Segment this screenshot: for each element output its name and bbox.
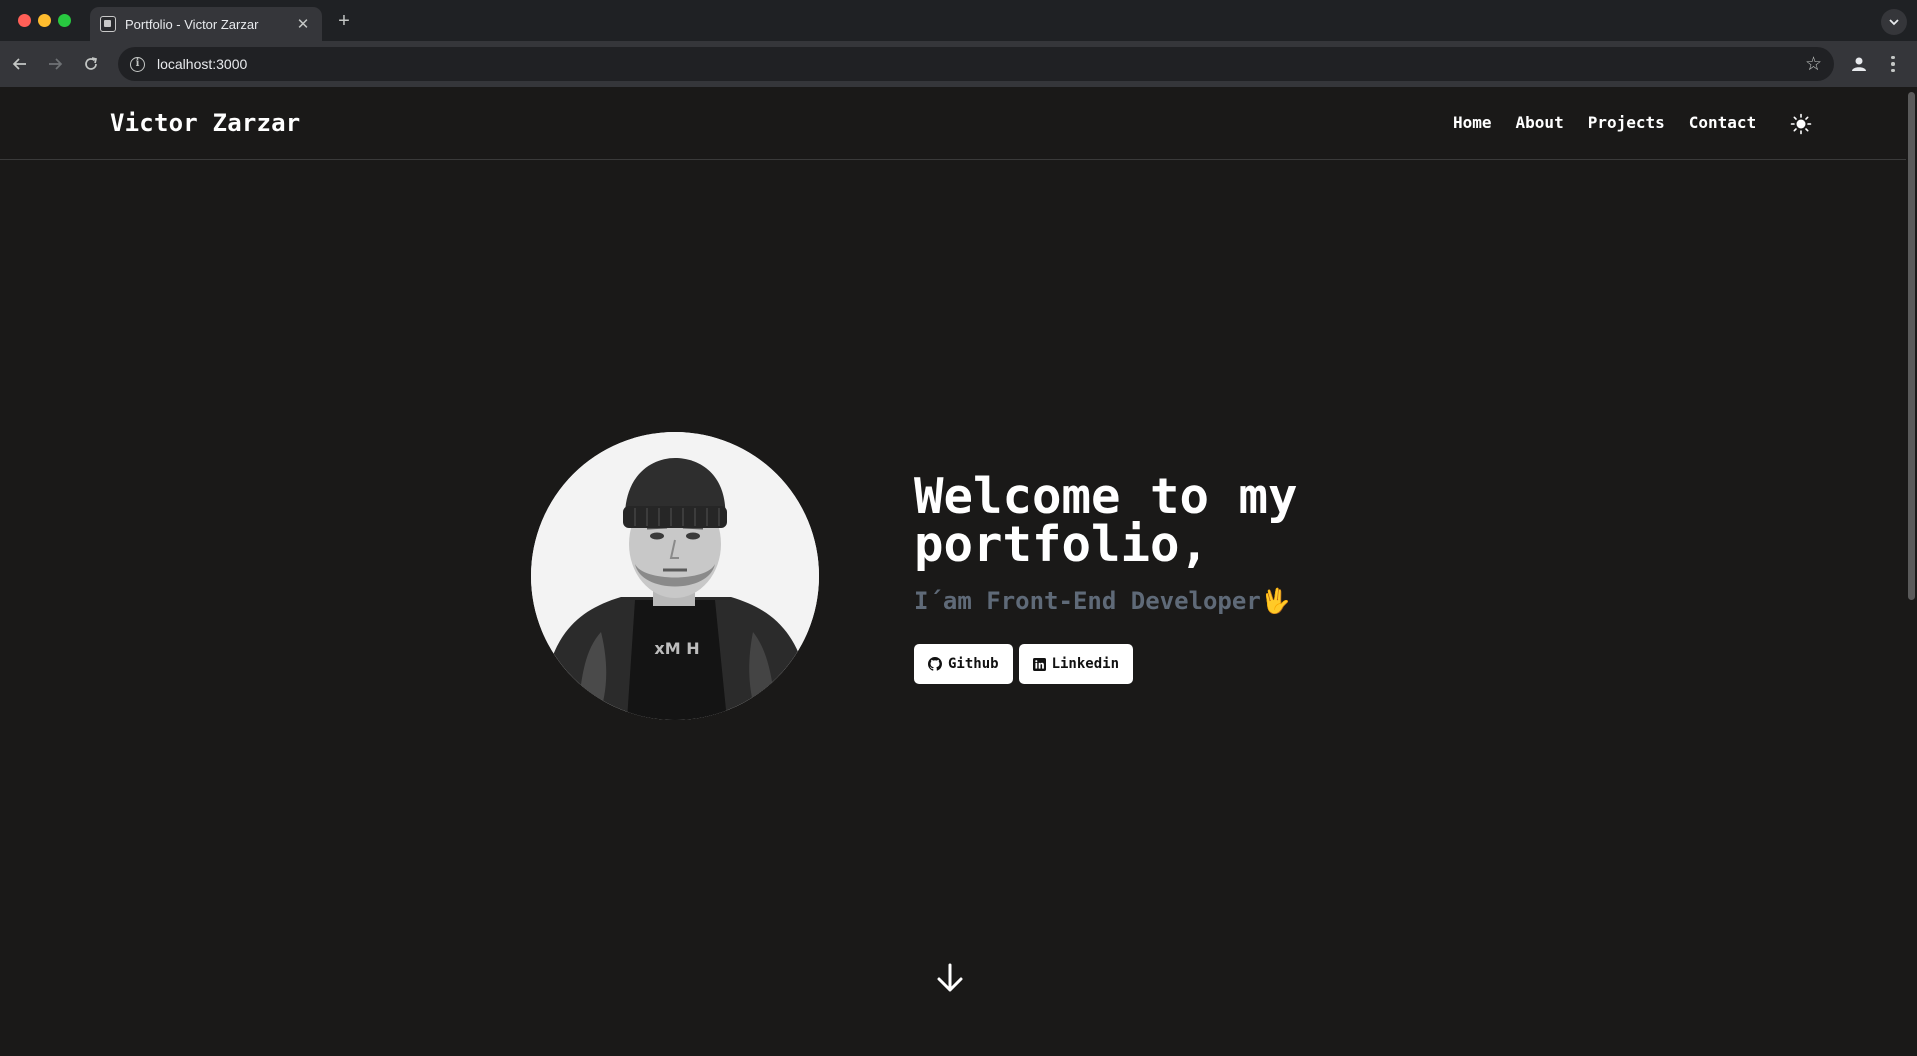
linkedin-button-label: Linkedin: [1051, 656, 1120, 672]
reload-button[interactable]: [79, 52, 103, 76]
scroll-down-button[interactable]: [935, 961, 965, 995]
page-viewport: Victor Zarzar Home About Projects Contac…: [0, 87, 1906, 1056]
forward-button[interactable]: [43, 52, 67, 76]
nav-link-projects[interactable]: Projects: [1588, 113, 1665, 132]
back-button[interactable]: [8, 52, 32, 76]
close-window-button[interactable]: [18, 14, 31, 27]
url-text[interactable]: localhost:3000: [157, 56, 247, 72]
profile-button[interactable]: [1847, 52, 1871, 76]
sun-icon: [1790, 113, 1812, 135]
chevron-down-icon: [1889, 19, 1899, 26]
linkedin-button[interactable]: Linkedin: [1018, 644, 1134, 684]
hero-title-line2: portfolio,: [914, 516, 1210, 573]
reload-icon: [85, 57, 98, 70]
maximize-window-button[interactable]: [58, 14, 71, 27]
site-header: Victor Zarzar Home About Projects Contac…: [0, 87, 1906, 160]
hero-subtitle: I´am Front-End Developer🖖: [914, 587, 1291, 615]
minimize-window-button[interactable]: [38, 14, 51, 27]
hero-title: Welcome to my portfolio,: [914, 468, 1414, 573]
linkedin-icon: [1032, 657, 1046, 671]
social-buttons: Github Linkedin: [914, 644, 1134, 684]
bookmark-star-icon[interactable]: ☆: [1805, 53, 1822, 76]
site-brand[interactable]: Victor Zarzar: [110, 109, 300, 137]
arrow-left-icon: [12, 58, 26, 70]
theme-toggle-button[interactable]: [1790, 113, 1812, 135]
github-button[interactable]: Github: [914, 644, 1013, 684]
tab-title: Portfolio - Victor Zarzar: [125, 16, 259, 32]
browser-tab[interactable]: Portfolio - Victor Zarzar ✕: [90, 7, 322, 41]
hero-subtitle-text: I´am Front-End Developer: [914, 587, 1261, 615]
address-bar[interactable]: i localhost:3000 ☆: [118, 47, 1834, 81]
arrow-right-icon: [49, 58, 63, 70]
profile-photo: xM H: [531, 432, 819, 720]
nav-link-about[interactable]: About: [1516, 113, 1564, 132]
nav-link-home[interactable]: Home: [1453, 113, 1492, 132]
nav-link-contact[interactable]: Contact: [1689, 113, 1756, 132]
tab-close-icon[interactable]: ✕: [294, 15, 312, 33]
svg-text:xM H: xM H: [654, 639, 699, 658]
scrollbar-thumb[interactable]: [1908, 92, 1915, 600]
arrow-down-icon: [937, 963, 963, 992]
site-info-icon[interactable]: i: [130, 56, 145, 72]
favicon-icon: [100, 16, 116, 32]
person-icon: [1852, 57, 1866, 71]
profile-photo-illustration: xM H: [531, 432, 819, 720]
browser-toolbar: i localhost:3000 ☆: [0, 41, 1917, 87]
browser-menu-icon[interactable]: [1884, 52, 1902, 76]
github-icon: [928, 657, 942, 671]
github-button-label: Github: [948, 656, 999, 672]
hero-title-line1: Welcome to my: [914, 468, 1298, 525]
new-tab-button[interactable]: +: [332, 10, 356, 34]
browser-titlebar: Portfolio - Victor Zarzar ✕ +: [0, 0, 1917, 41]
tab-search-button[interactable]: [1881, 9, 1907, 35]
site-nav: Home About Projects Contact: [1453, 113, 1780, 132]
vulcan-salute-icon: 🖖: [1260, 587, 1291, 615]
